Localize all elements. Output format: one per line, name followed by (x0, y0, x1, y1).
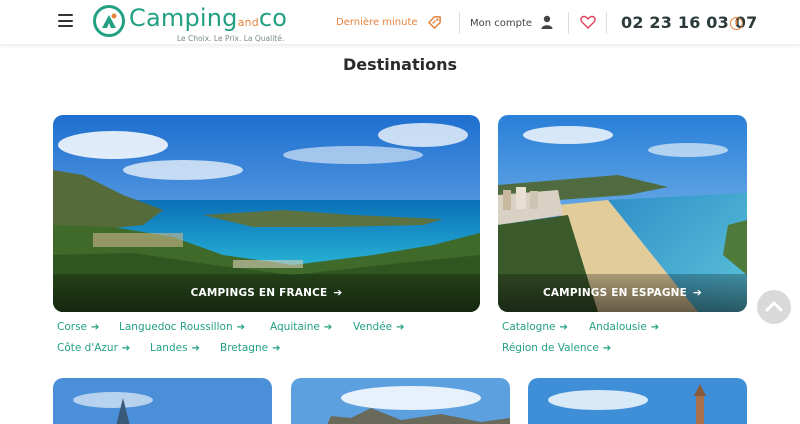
region-link-catalogne[interactable]: Catalogne ➔ (502, 321, 568, 333)
last-minute-link[interactable]: Dernière minute (336, 17, 418, 28)
site-header: Campingandco Le Choix. Le Prix. La Quali… (0, 0, 800, 44)
destination-card-preview[interactable] (528, 378, 747, 424)
logo-wordmark: Campingandco (129, 4, 288, 32)
section-title: Destinations (342, 55, 457, 74)
heart-icon[interactable] (580, 15, 596, 29)
scroll-to-top-button[interactable] (757, 290, 791, 324)
region-link-landes[interactable]: Landes ➔ (150, 342, 200, 354)
destination-card-preview[interactable] (53, 378, 272, 424)
destination-image (528, 378, 747, 424)
arrow-right-icon: ➔ (693, 287, 703, 299)
destination-card-espagne[interactable]: CAMPINGS EN ESPAGNE ➔ (498, 115, 747, 312)
destination-card-france[interactable]: CAMPINGS EN FRANCE ➔ (53, 115, 480, 312)
region-link-vendee[interactable]: Vendée ➔ (353, 321, 404, 333)
divider (568, 12, 569, 34)
divider (459, 12, 460, 34)
card-label[interactable]: CAMPINGS EN ESPAGNE ➔ (498, 274, 747, 312)
user-icon[interactable] (541, 15, 553, 29)
menu-icon[interactable] (58, 14, 73, 27)
region-link-corse[interactable]: Corse ➔ (57, 321, 99, 333)
info-icon[interactable]: i (730, 17, 743, 30)
region-link-bretagne[interactable]: Bretagne ➔ (220, 342, 280, 354)
region-link-languedoc-roussillon[interactable]: Languedoc Roussillon ➔ (119, 321, 245, 333)
destination-image (53, 378, 272, 424)
divider (606, 12, 607, 34)
account-link[interactable]: Mon compte (470, 18, 532, 29)
region-link-cote-azur[interactable]: Côte d'Azur ➔ (57, 342, 130, 354)
region-link-andalousie[interactable]: Andalousie ➔ (589, 321, 659, 333)
site-logo[interactable]: Campingandco Le Choix. Le Prix. La Quali… (93, 3, 303, 43)
arrow-right-icon: ➔ (333, 287, 343, 299)
logo-tagline: Le Choix. Le Prix. La Qualité. (177, 34, 285, 43)
region-link-valence[interactable]: Région de Valence ➔ (502, 342, 611, 354)
logo-tent-icon (93, 5, 125, 37)
tag-icon[interactable] (427, 15, 442, 30)
region-link-aquitaine[interactable]: Aquitaine ➔ (270, 321, 332, 333)
chevron-up-icon (765, 301, 783, 312)
card-label[interactable]: CAMPINGS EN FRANCE ➔ (53, 274, 480, 312)
destination-image (291, 378, 510, 424)
destination-card-preview[interactable] (291, 378, 510, 424)
